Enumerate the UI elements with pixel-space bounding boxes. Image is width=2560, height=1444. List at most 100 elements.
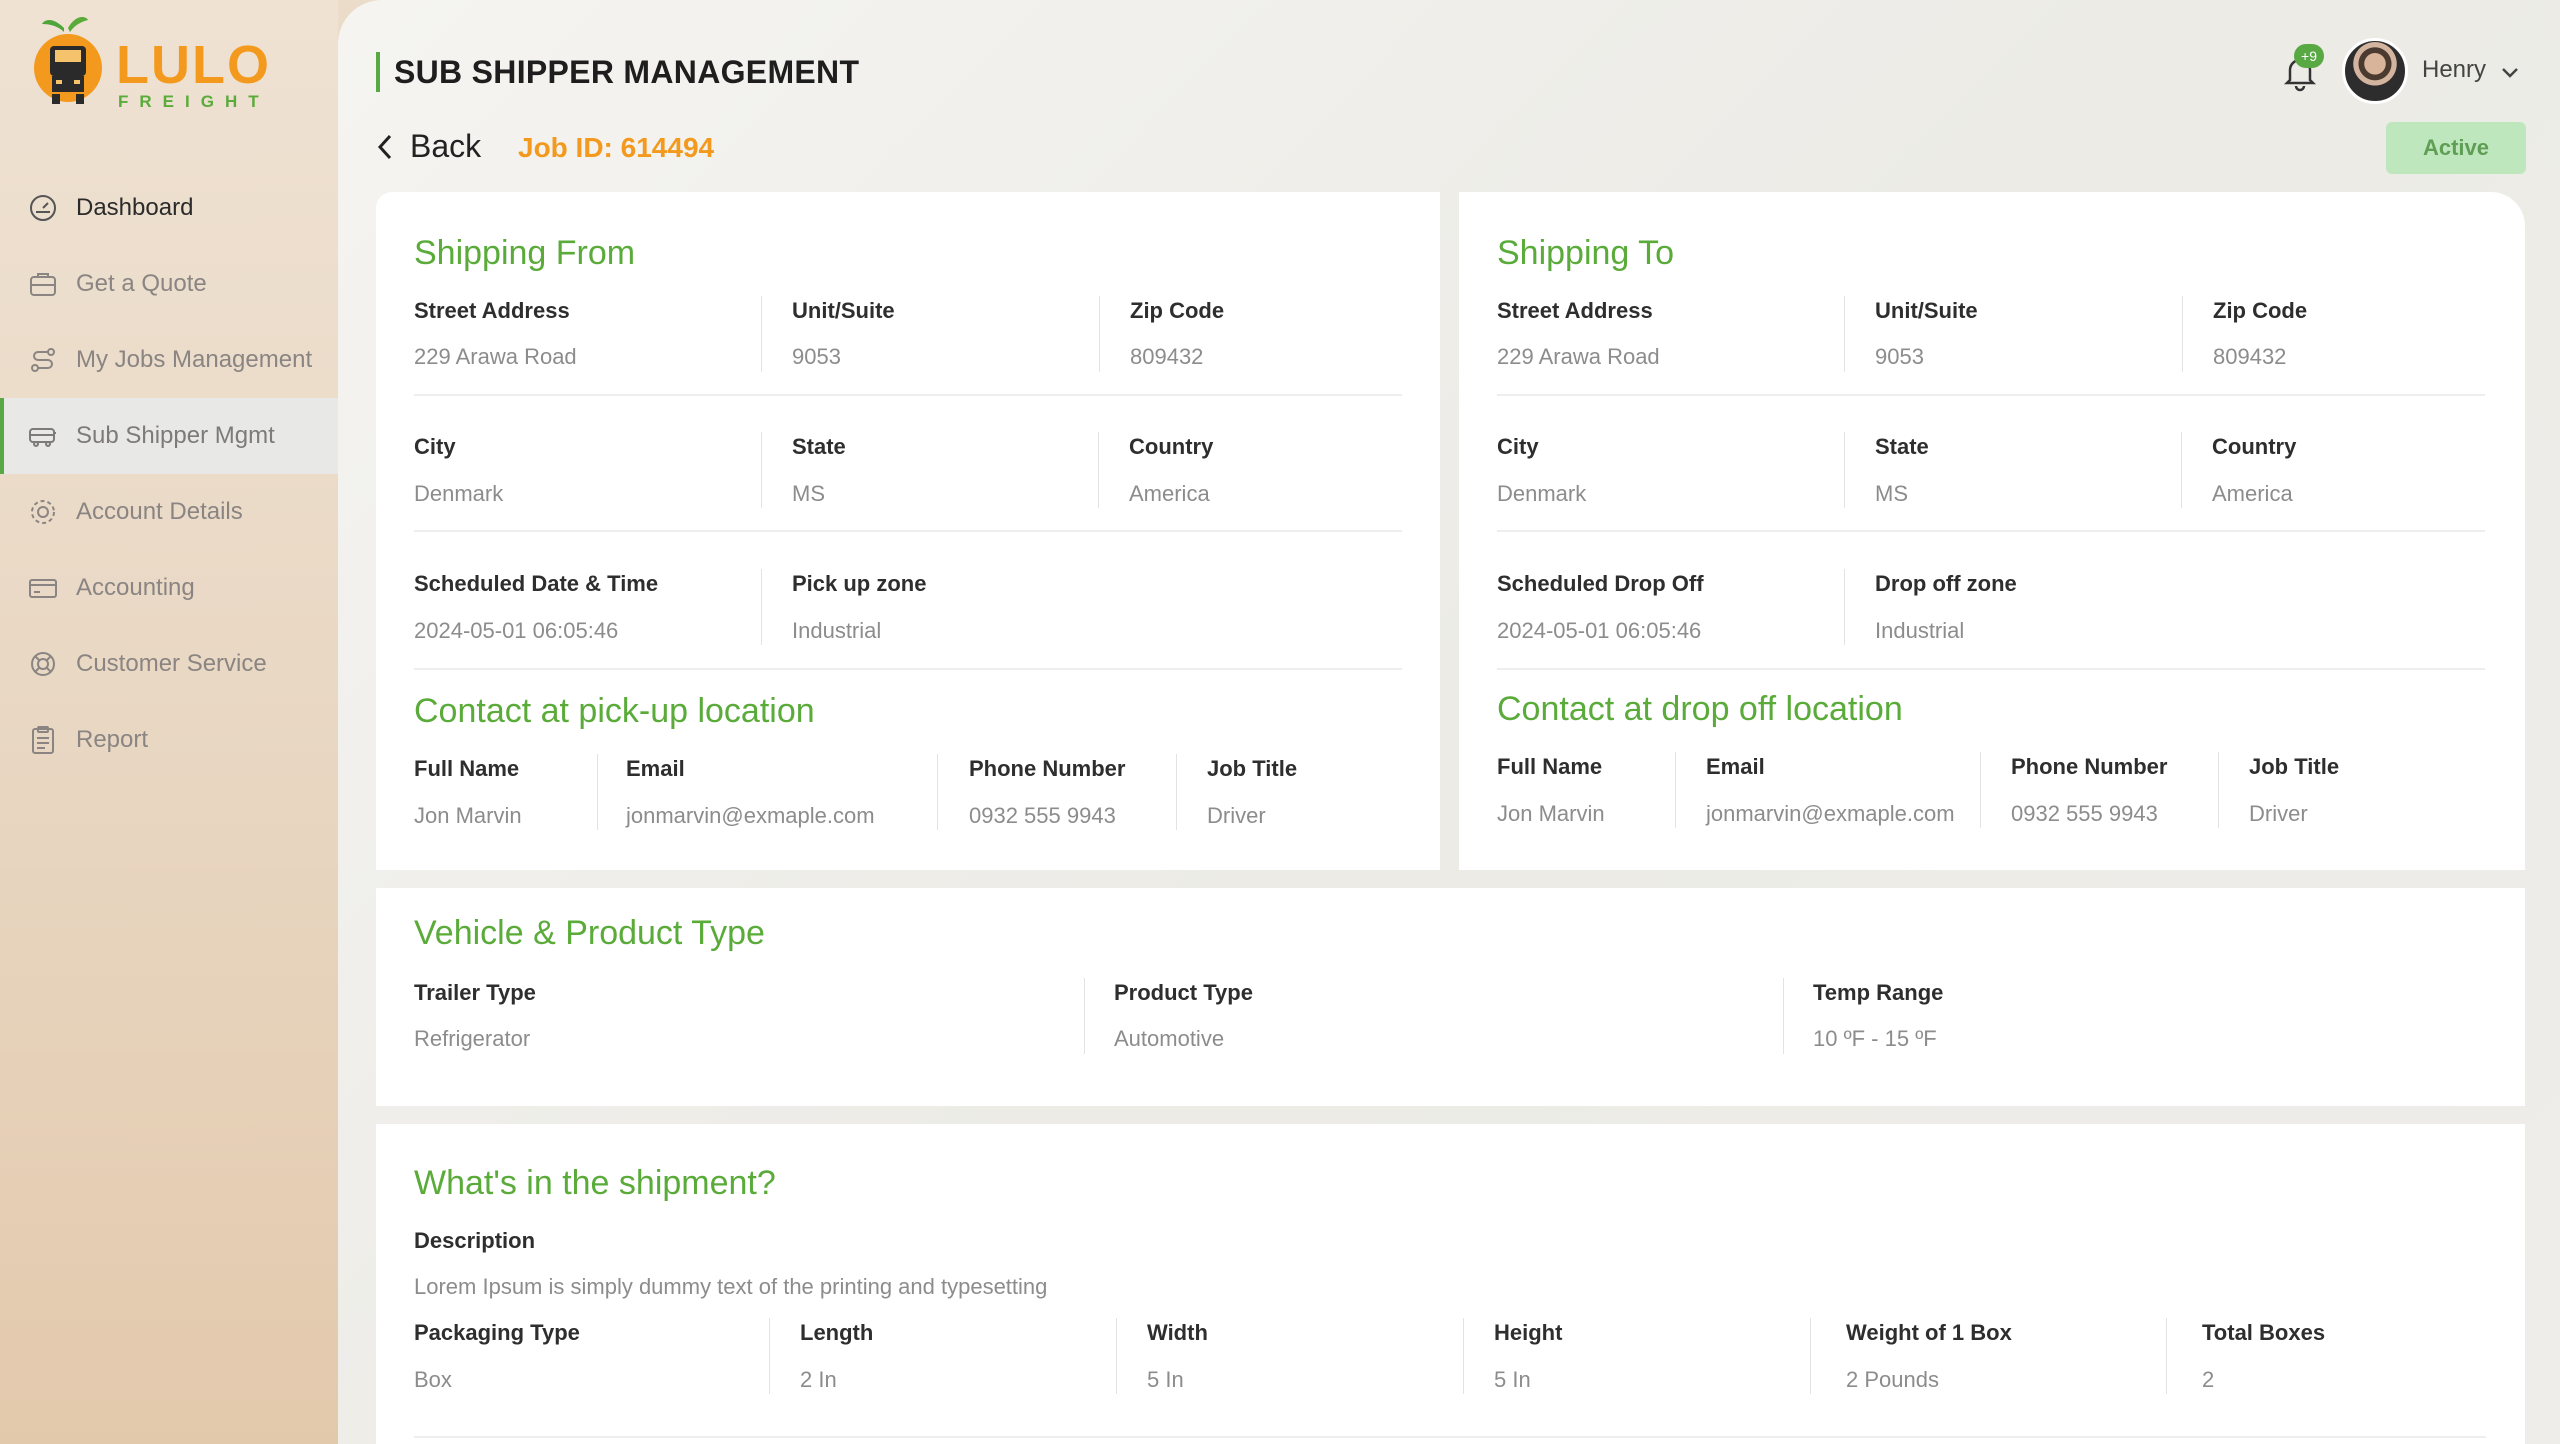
sidebar-item-account-details[interactable]: Account Details [0, 474, 338, 550]
divider [1099, 296, 1100, 372]
divider [1084, 978, 1085, 1054]
zip-value: 809432 [2213, 344, 2287, 369]
sidebar-item-accounting[interactable]: Accounting [0, 550, 338, 626]
notification-badge: +9 [2294, 44, 2324, 68]
status-badge: Active [2386, 122, 2526, 174]
trailer-type-value: Refrigerator [414, 1026, 531, 1051]
box-weight-label: Weight of 1 Box [1846, 1320, 2012, 1345]
divider [2218, 752, 2219, 828]
brand-subname: FREIGHT [118, 92, 270, 111]
street-label: Street Address [1497, 298, 1653, 323]
user-name[interactable]: Henry [2422, 56, 2486, 84]
zone-value: Industrial [1875, 618, 1965, 643]
sidebar-item-label: Dashboard [76, 194, 194, 221]
street-label: Street Address [414, 298, 570, 323]
divider [1844, 432, 1845, 508]
divider [597, 754, 598, 830]
full-name-label: Full Name [414, 756, 520, 781]
divider [1098, 432, 1099, 508]
headset-icon [26, 647, 60, 681]
city-value: Denmark [1497, 481, 1587, 506]
packaging-type-value: Box [414, 1367, 452, 1392]
divider [1463, 1318, 1464, 1394]
width-label: Width [1147, 1320, 1208, 1345]
height-value: 5 In [1494, 1367, 1531, 1392]
state-label: State [792, 434, 846, 459]
divider [1844, 296, 1845, 372]
product-type-value: Automotive [1114, 1026, 1225, 1051]
sidebar-item-customer-service[interactable]: Customer Service [0, 626, 338, 702]
divider [1980, 752, 1981, 828]
divider [1116, 1318, 1117, 1394]
email-label: Email [626, 756, 685, 781]
unit-value: 9053 [792, 344, 841, 369]
divider [414, 394, 1402, 396]
divider [1810, 1318, 1811, 1394]
email-label: Email [1706, 754, 1765, 779]
brand-name: LULO [116, 35, 271, 95]
bus-icon [26, 419, 60, 453]
state-label: State [1875, 434, 1929, 459]
divider [2166, 1318, 2167, 1394]
sidebar-item-dashboard[interactable]: Dashboard [0, 170, 338, 246]
country-value: America [1129, 481, 1210, 506]
unit-value: 9053 [1875, 344, 1924, 369]
full-name-value: Jon Marvin [414, 803, 522, 828]
country-label: Country [2212, 434, 2297, 459]
zone-label: Pick up zone [792, 571, 927, 596]
divider [1497, 668, 2485, 670]
length-value: 2 In [800, 1367, 837, 1392]
divider [937, 754, 938, 830]
dropoff-contact-title: Contact at drop off location [1497, 690, 1903, 728]
divider [414, 668, 1402, 670]
zip-label: Zip Code [2213, 298, 2308, 323]
state-value: MS [1875, 481, 1908, 506]
divider [2182, 296, 2183, 372]
sidebar-item-label: My Jobs Management [76, 346, 313, 373]
city-label: City [414, 434, 456, 459]
sidebar-item-my-jobs[interactable]: My Jobs Management [0, 322, 338, 398]
sidebar-item-sub-shipper[interactable]: Sub Shipper Mgmt [0, 398, 338, 474]
avatar[interactable] [2342, 38, 2408, 104]
divider [414, 1436, 2486, 1438]
email-value: jonmarvin@exmaple.com [1706, 801, 1955, 826]
job-title-label: Job Title [2249, 754, 2340, 779]
total-boxes-label: Total Boxes [2202, 1320, 2326, 1345]
zip-label: Zip Code [1130, 298, 1225, 323]
job-title-value: Driver [1207, 803, 1266, 828]
temp-range-value: 10 ºF - 15 ºF [1813, 1026, 1937, 1051]
divider [1497, 394, 2485, 396]
sidebar-item-label: Accounting [76, 574, 195, 601]
date-label: Scheduled Date & Time [414, 571, 659, 596]
sidebar-item-report[interactable]: Report [0, 702, 338, 778]
width-value: 5 In [1147, 1367, 1184, 1392]
shipping-from-title: Shipping From [414, 234, 636, 272]
credit-card-icon [26, 571, 60, 605]
sidebar-item-label: Sub Shipper Mgmt [76, 422, 275, 449]
description-label: Description [414, 1228, 536, 1253]
state-value: MS [792, 481, 825, 506]
sidebar-item-label: Report [76, 726, 149, 753]
chevron-down-icon[interactable] [2498, 60, 2522, 84]
sidebar-item-label: Account Details [76, 498, 243, 525]
speedometer-icon [26, 191, 60, 225]
sidebar-item-label: Customer Service [76, 650, 267, 677]
email-value: jonmarvin@exmaple.com [626, 803, 875, 828]
back-button[interactable]: Back [372, 128, 481, 165]
phone-label: Phone Number [969, 756, 1126, 781]
brand-logo[interactable]: LULO FREIGHT [30, 10, 269, 111]
packaging-type-label: Packaging Type [414, 1320, 580, 1345]
divider [761, 569, 762, 645]
full-name-label: Full Name [1497, 754, 1603, 779]
trailer-type-label: Trailer Type [414, 980, 536, 1005]
shipping-to-title: Shipping To [1497, 234, 1675, 272]
job-id: Job ID: 614494 [518, 132, 715, 163]
dropoff-date-label: Scheduled Drop Off [1497, 571, 1704, 596]
sidebar-item-get-a-quote[interactable]: Get a Quote [0, 246, 338, 322]
gear-icon [26, 495, 60, 529]
sidebar: LULO FREIGHT Dashboard Get a Quote My Jo… [0, 0, 338, 1444]
back-label: Back [410, 128, 482, 164]
phone-label: Phone Number [2011, 754, 2168, 779]
pickup-contact-title: Contact at pick-up location [414, 692, 815, 730]
divider [761, 432, 762, 508]
